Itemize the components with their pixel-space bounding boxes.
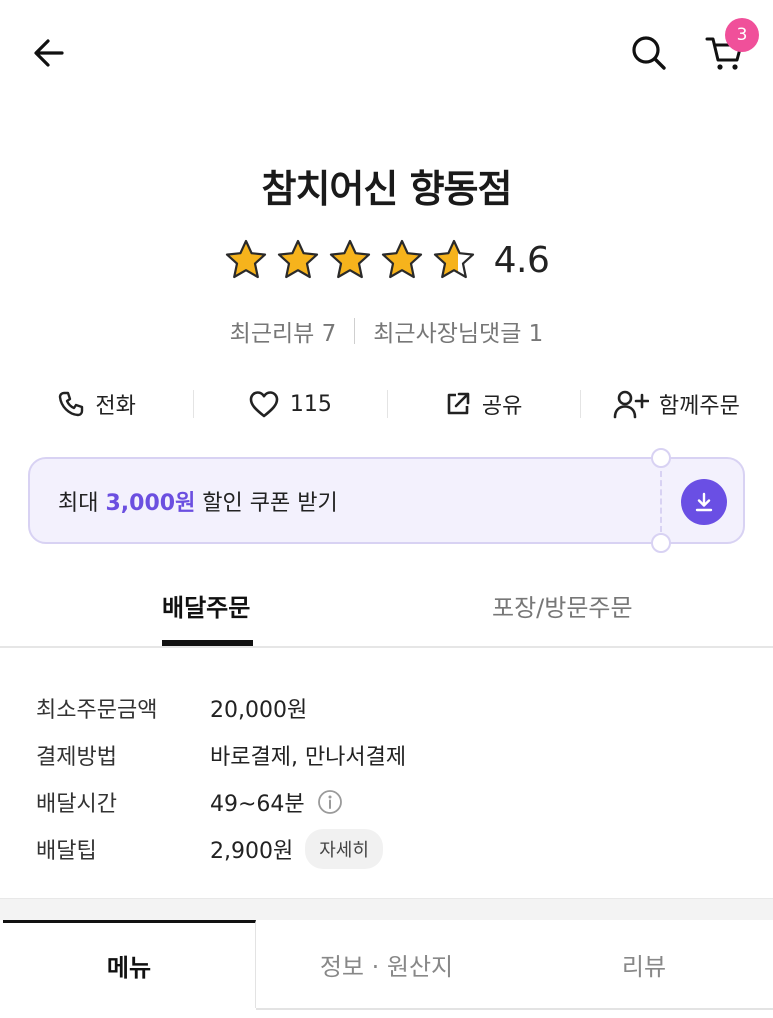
star-rating <box>224 238 476 282</box>
coupon-perforation <box>660 471 662 532</box>
arrow-left-icon <box>34 39 64 67</box>
delivery-time-row: 배달시간 49~64분 <box>36 778 736 825</box>
rating-value: 4.6 <box>493 239 550 281</box>
coupon-download-button[interactable] <box>681 479 727 525</box>
delivery-time-label: 배달시간 <box>36 791 117 817</box>
tab-reviews[interactable]: 리뷰 <box>515 920 773 1008</box>
payment-value: 바로결제, 만나서결제 <box>210 744 407 770</box>
rating-row: 4.6 <box>0 238 773 282</box>
store-actions: 전화 115 공유 함께주문 <box>0 380 773 428</box>
top-bar: 3 <box>0 0 773 105</box>
coupon-notch <box>651 448 671 468</box>
heart-icon <box>249 391 279 418</box>
share-button[interactable]: 공유 <box>386 380 580 428</box>
min-order-row: 최소주문금액 20,000원 <box>36 684 736 731</box>
group-order-label: 함께주문 <box>658 394 740 419</box>
coupon-banner[interactable]: 최대 3,000원 할인 쿠폰 받기 <box>28 448 745 553</box>
search-icon <box>632 36 666 70</box>
coupon-prefix: 최대 <box>58 491 106 516</box>
coupon-text: 최대 3,000원 할인 쿠폰 받기 <box>58 485 338 517</box>
search-button[interactable] <box>626 30 672 76</box>
delivery-tip-value-wrap: 2,900원 자세히 <box>210 828 383 869</box>
store-name: 참치어신 향동점 <box>261 167 513 211</box>
like-count: 115 <box>289 391 332 417</box>
store-section-tabs: 메뉴 정보 · 원산지 리뷰 <box>0 920 773 1018</box>
delivery-tip-row: 배달팁 2,900원 자세히 <box>36 825 736 872</box>
min-order-label: 최소주문금액 <box>36 697 158 723</box>
info-icon[interactable] <box>317 789 343 815</box>
star-icon <box>329 239 370 279</box>
active-tab-indicator <box>162 640 253 646</box>
group-order-button[interactable]: 함께주문 <box>579 380 773 428</box>
order-type-tabs: 배달주문 포장/방문주문 <box>0 580 773 648</box>
coupon-amount: 3,000원 <box>105 491 196 516</box>
recent-owner-replies-count[interactable]: 최근사장님댓글 1 <box>373 314 543 348</box>
star-icon <box>225 239 266 279</box>
divider <box>354 318 356 344</box>
min-order-value: 20,000원 <box>210 697 308 723</box>
download-icon <box>695 492 713 512</box>
back-button[interactable] <box>26 30 72 76</box>
payment-label: 결제방법 <box>36 744 117 770</box>
payment-row: 결제방법 바로결제, 만나서결제 <box>36 731 736 778</box>
star-icon <box>277 239 318 279</box>
review-summary[interactable]: 최근리뷰 7 최근사장님댓글 1 <box>0 314 773 348</box>
delivery-info: 최소주문금액 20,000원 결제방법 바로결제, 만나서결제 배달시간 49~… <box>36 684 736 872</box>
tab-pickup-order[interactable]: 포장/방문주문 <box>492 588 633 623</box>
tab-info-origin[interactable]: 정보 · 원산지 <box>258 920 515 1008</box>
call-button[interactable]: 전화 <box>0 380 193 428</box>
delivery-time-value-wrap: 49~64분 <box>210 786 343 818</box>
call-label: 전화 <box>95 394 136 419</box>
coupon-suffix: 할인 쿠폰 받기 <box>195 491 338 516</box>
star-icon <box>381 239 422 279</box>
coupon-notch <box>651 533 671 553</box>
phone-icon <box>59 391 84 417</box>
delivery-time-value: 49~64분 <box>210 791 305 817</box>
share-icon <box>447 392 470 415</box>
star-icon <box>433 239 474 279</box>
cart-count-badge: 3 <box>725 18 759 52</box>
tab-delivery-order[interactable]: 배달주문 <box>162 588 250 623</box>
recent-reviews-count[interactable]: 최근리뷰 7 <box>230 314 337 348</box>
share-label: 공유 <box>481 394 523 419</box>
delivery-tip-value: 2,900원 <box>210 838 294 864</box>
like-button[interactable]: 115 <box>193 380 386 428</box>
add-user-icon <box>613 390 649 419</box>
tip-detail-button[interactable]: 자세히 <box>305 828 383 869</box>
delivery-tip-label: 배달팁 <box>36 838 97 864</box>
section-divider <box>0 898 773 920</box>
tab-bar-border <box>256 1008 773 1010</box>
tab-menu[interactable]: 메뉴 <box>3 920 256 1008</box>
